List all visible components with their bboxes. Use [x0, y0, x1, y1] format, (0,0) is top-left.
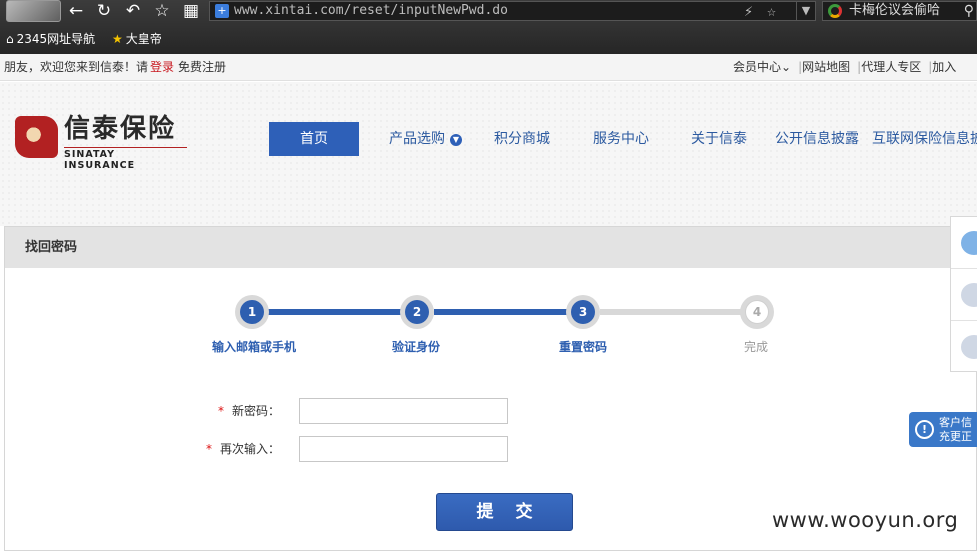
bookmark-2345[interactable]: ⌂ 2345网址导航 [6, 28, 95, 50]
reset-password-panel: 找回密码 1 2 3 4 输入邮箱或手机 验证身份 重置密码 完成 * 新密码： … [4, 226, 977, 551]
step-2: 2 [400, 295, 434, 329]
site-favicon-icon: + [215, 4, 229, 18]
confirm-password-input[interactable] [299, 436, 508, 462]
nav-internet-disclosure[interactable]: 互联网保险信息披露 [872, 122, 977, 156]
chevron-down-icon: ⌄ [781, 60, 792, 74]
url-dropdown-icon[interactable]: ▼ [796, 1, 816, 21]
watermark: www.wooyun.org [772, 508, 959, 532]
browser-toolbar: ← ↻ ↶ ☆ ▦ + www.xintai.com/reset/inputNe… [0, 0, 977, 25]
search-icon[interactable]: ⚲ [961, 2, 974, 20]
refresh-icon[interactable]: ↻ [94, 1, 114, 21]
profile-avatar[interactable] [6, 0, 61, 22]
nav-home[interactable]: 首页 [269, 122, 359, 156]
site-logo[interactable]: 信泰保险 SINATAY INSURANCE [15, 114, 187, 171]
step-1: 1 [235, 295, 269, 329]
logo-text-en: SINATAY INSURANCE [64, 147, 187, 171]
login-link[interactable]: 登录 [150, 60, 174, 74]
progress-track-2 [434, 309, 582, 315]
logo-emblem [15, 116, 58, 158]
member-center-link[interactable]: 会员中心⌄ [733, 60, 791, 74]
wechat-icon [961, 283, 977, 307]
weibo-button[interactable] [951, 321, 977, 373]
nav-disclosure[interactable]: 公开信息披露 [775, 122, 859, 156]
new-password-input[interactable] [299, 398, 508, 424]
welcome-message: 朋友，欢迎您来到信泰！请 登录 免费注册 [4, 60, 227, 74]
new-password-label: * 新密码： [218, 404, 281, 418]
step-3-label: 重置密码 [559, 340, 608, 354]
wechat-button[interactable] [951, 269, 977, 321]
site-header: 信泰保险 SINATAY INSURANCE 首页 产品选购 ▼ 积分商城 服务中… [0, 82, 977, 226]
alert-icon: ! [915, 420, 934, 439]
confirm-password-label: * 再次输入： [206, 442, 281, 456]
bookmark-dahuangdi[interactable]: ★ 大皇帝 [112, 28, 162, 50]
step-3: 3 [566, 295, 600, 329]
lightning-icon[interactable]: ⚡ [744, 2, 753, 20]
address-bar[interactable]: + www.xintai.com/reset/inputNewPwd.do ⚡ … [209, 1, 797, 21]
logo-text-cn: 信泰保险 [64, 114, 177, 144]
search-engine-icon [828, 4, 842, 18]
step-2-label: 验证身份 [392, 340, 441, 354]
browser-chrome: ← ↻ ↶ ☆ ▦ + www.xintai.com/reset/inputNe… [0, 0, 977, 54]
register-link[interactable]: 免费注册 [178, 60, 226, 74]
favorite-star-icon[interactable]: ☆ [767, 2, 776, 20]
progress-track-1 [268, 309, 416, 315]
qq-icon [961, 231, 977, 255]
agent-zone-link[interactable]: 代理人专区 [861, 60, 921, 74]
customer-notice-badge[interactable]: ! 客户信 充更正 [909, 412, 977, 447]
join-link[interactable]: 加入 [932, 60, 956, 74]
step-4: 4 [740, 295, 774, 329]
chevron-down-icon: ▼ [450, 134, 462, 146]
star-bookmark-icon[interactable]: ☆ [152, 1, 172, 21]
star-icon: ★ [112, 32, 123, 46]
floating-contact-bar [950, 216, 977, 372]
panel-title: 找回密码 [5, 227, 976, 268]
progress-track-3 [600, 309, 742, 315]
step-4-label: 完成 [744, 340, 769, 354]
apps-grid-icon[interactable]: ▦ [181, 1, 201, 21]
qq-service-button[interactable] [951, 217, 977, 269]
sitemap-link[interactable]: 网站地图 [802, 60, 850, 74]
url-text: www.xintai.com/reset/inputNewPwd.do [234, 3, 508, 18]
nav-products[interactable]: 产品选购 ▼ [389, 122, 462, 156]
nav-about[interactable]: 关于信泰 [691, 122, 747, 156]
step-1-label: 输入邮箱或手机 [212, 340, 297, 354]
search-text: 卡梅伦议会偷哈 [849, 3, 941, 18]
undo-icon[interactable]: ↶ [123, 1, 143, 21]
submit-button[interactable]: 提交 [436, 493, 573, 531]
home-icon: ⌂ [6, 32, 14, 46]
search-box[interactable]: 卡梅伦议会偷哈 ⚲ [822, 1, 977, 21]
nav-points-mall[interactable]: 积分商城 [494, 122, 550, 156]
weibo-icon [961, 335, 977, 359]
nav-service-center[interactable]: 服务中心 [593, 122, 649, 156]
back-arrow-icon[interactable]: ← [66, 1, 86, 21]
top-links: 会员中心⌄ |网站地图 |代理人专区 |加入 [733, 60, 957, 74]
site-topbar: 朋友，欢迎您来到信泰！请 登录 免费注册 会员中心⌄ |网站地图 |代理人专区 |加入 [0, 54, 977, 81]
